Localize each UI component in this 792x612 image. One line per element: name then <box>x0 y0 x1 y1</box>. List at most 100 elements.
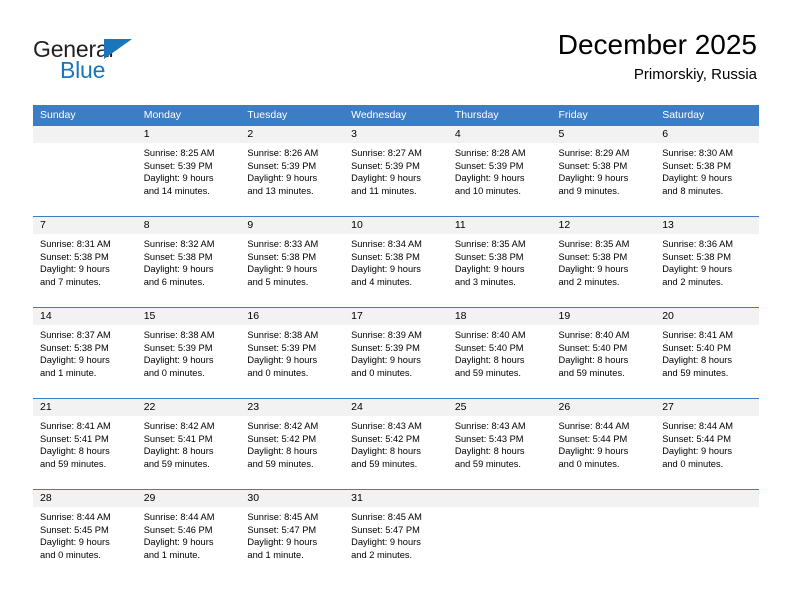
day-detail-line: and 14 minutes. <box>143 185 210 196</box>
day-detail-line: and 1 minute. <box>143 549 201 560</box>
day-detail-line: and 0 minutes. <box>351 367 413 378</box>
day-sun-details: Sunrise: 8:33 AM Sunset: 5:38 PM Daylight:… <box>240 234 344 288</box>
day-detail-line: Sunrise: 8:44 AM <box>143 512 215 522</box>
day-detail-line: Sunset: 5:41 PM <box>40 433 109 444</box>
day-detail-line: Sunset: 5:38 PM <box>662 251 731 262</box>
calendar-day-cell[interactable]: 5 Sunrise: 8:29 AM Sunset: 5:38 PM Daylight… <box>551 125 656 217</box>
calendar-day-cell[interactable]: 20 Sunrise: 8:41 AM Sunset: 5:40 PM Dayligh… <box>655 307 759 399</box>
day-sun-details: Sunrise: 8:44 AM Sunset: 5:44 PM Daylight:… <box>655 416 759 470</box>
calendar-day-cell[interactable]: 10 Sunrise: 8:34 AM Sunset: 5:38 PM Dayligh… <box>344 216 448 308</box>
day-detail-line: Sunset: 5:39 PM <box>351 160 420 171</box>
calendar-day-cell[interactable]: 16 Sunrise: 8:38 AM Sunset: 5:39 PM Dayligh… <box>240 307 345 399</box>
day-number <box>551 490 656 507</box>
day-cell-inner: 20 Sunrise: 8:41 AM Sunset: 5:40 PM Dayligh… <box>655 308 759 398</box>
day-detail-line: Daylight: 9 hours <box>351 173 421 184</box>
calendar-day-cell[interactable]: 17 Sunrise: 8:39 AM Sunset: 5:39 PM Dayligh… <box>344 307 448 399</box>
weekday-header-friday: Friday <box>551 105 656 126</box>
day-detail-line: Daylight: 9 hours <box>247 355 318 366</box>
day-sun-details: Sunrise: 8:43 AM Sunset: 5:42 PM Daylight:… <box>344 416 448 470</box>
calendar-day-cell[interactable]: 26 Sunrise: 8:44 AM Sunset: 5:44 PM Dayligh… <box>551 398 656 490</box>
day-number: 27 <box>655 399 759 416</box>
calendar-day-cell[interactable]: 2 Sunrise: 8:26 AM Sunset: 5:39 PM Daylight… <box>240 125 345 217</box>
day-sun-details <box>552 507 656 511</box>
day-detail-line: Sunrise: 8:38 AM <box>143 330 215 340</box>
calendar-day-cell[interactable]: 18 Sunrise: 8:40 AM Sunset: 5:40 PM Dayligh… <box>447 307 552 399</box>
day-sun-details: Sunrise: 8:38 AM Sunset: 5:39 PM Daylight:… <box>240 325 344 379</box>
day-sun-details: Sunrise: 8:40 AM Sunset: 5:40 PM Daylight:… <box>448 325 552 379</box>
calendar-day-cell[interactable]: 24 Sunrise: 8:43 AM Sunset: 5:42 PM Dayligh… <box>344 398 448 490</box>
day-number: 8 <box>136 217 241 234</box>
calendar-day-cell[interactable]: 3 Sunrise: 8:27 AM Sunset: 5:39 PM Daylight… <box>344 125 448 217</box>
day-detail-line: and 13 minutes. <box>247 185 314 196</box>
day-detail-line: Sunrise: 8:44 AM <box>662 421 734 431</box>
calendar-day-cell[interactable]: 27 Sunrise: 8:44 AM Sunset: 5:44 PM Dayligh… <box>655 398 759 490</box>
day-detail-line: Daylight: 9 hours <box>351 264 421 275</box>
day-detail-line: Sunset: 5:38 PM <box>454 251 524 262</box>
day-detail-line: Daylight: 9 hours <box>247 264 318 275</box>
day-detail-line: Daylight: 9 hours <box>143 537 214 548</box>
calendar-day-cell[interactable]: 6 Sunrise: 8:30 AM Sunset: 5:38 PM Daylight… <box>655 125 759 217</box>
day-cell-inner: 10 Sunrise: 8:34 AM Sunset: 5:38 PM Dayligh… <box>344 217 448 307</box>
calendar-day-cell[interactable]: 22 Sunrise: 8:42 AM Sunset: 5:41 PM Dayligh… <box>136 398 241 490</box>
calendar-day-cell[interactable]: 1 Sunrise: 8:25 AM Sunset: 5:39 PM Daylight… <box>136 125 241 217</box>
day-cell-inner: 19 Sunrise: 8:40 AM Sunset: 5:40 PM Dayligh… <box>551 308 656 398</box>
day-sun-details: Sunrise: 8:38 AM Sunset: 5:39 PM Daylight:… <box>137 325 241 379</box>
calendar-empty-cell <box>655 489 759 580</box>
day-detail-line: Sunrise: 8:45 AM <box>351 512 422 522</box>
calendar-day-cell[interactable]: 25 Sunrise: 8:43 AM Sunset: 5:43 PM Dayligh… <box>447 398 552 490</box>
day-sun-details: Sunrise: 8:44 AM Sunset: 5:44 PM Daylight:… <box>552 416 656 470</box>
day-detail-line: Sunrise: 8:37 AM <box>40 330 111 340</box>
day-cell-inner: 22 Sunrise: 8:42 AM Sunset: 5:41 PM Dayligh… <box>136 399 241 489</box>
day-detail-line: and 2 minutes. <box>662 276 724 287</box>
calendar-day-cell[interactable]: 8 Sunrise: 8:32 AM Sunset: 5:38 PM Daylight… <box>136 216 241 308</box>
day-detail-line: Sunrise: 8:43 AM <box>351 421 422 431</box>
day-detail-line: Sunset: 5:39 PM <box>143 342 213 353</box>
calendar-header-row: Sunday Monday Tuesday Wednesday Thursday Frid… <box>33 105 759 126</box>
day-number <box>447 490 552 507</box>
day-detail-line: and 59 minutes. <box>558 367 625 378</box>
day-detail-line: Sunrise: 8:44 AM <box>558 421 630 431</box>
day-cell-inner <box>551 490 656 580</box>
day-sun-details: Sunrise: 8:42 AM Sunset: 5:42 PM Daylight:… <box>240 416 344 470</box>
day-cell-inner: 1 Sunrise: 8:25 AM Sunset: 5:39 PM Daylight… <box>136 126 241 216</box>
day-detail-line: Daylight: 8 hours <box>454 355 525 366</box>
day-detail-line: Sunset: 5:40 PM <box>662 342 731 353</box>
calendar-day-cell[interactable]: 29 Sunrise: 8:44 AM Sunset: 5:46 PM Dayligh… <box>136 489 241 580</box>
calendar-day-cell[interactable]: 4 Sunrise: 8:28 AM Sunset: 5:39 PM Daylight… <box>447 125 552 217</box>
calendar-day-cell[interactable]: 21 Sunrise: 8:41 AM Sunset: 5:41 PM Dayligh… <box>33 398 137 490</box>
calendar-day-cell[interactable]: 13 Sunrise: 8:36 AM Sunset: 5:38 PM Dayligh… <box>655 216 759 308</box>
day-detail-line: Sunrise: 8:30 AM <box>662 148 734 158</box>
calendar-day-cell[interactable]: 12 Sunrise: 8:35 AM Sunset: 5:38 PM Dayligh… <box>551 216 656 308</box>
calendar-day-cell[interactable]: 7 Sunrise: 8:31 AM Sunset: 5:38 PM Daylight… <box>33 216 137 308</box>
calendar-week-row: 7 Sunrise: 8:31 AM Sunset: 5:38 PM Daylight… <box>33 216 759 308</box>
day-detail-line: Sunset: 5:46 PM <box>143 524 213 535</box>
generalblue-logo: General Blue <box>33 36 233 92</box>
day-detail-line: Sunrise: 8:39 AM <box>351 330 422 340</box>
calendar-day-cell[interactable]: 23 Sunrise: 8:42 AM Sunset: 5:42 PM Dayligh… <box>240 398 345 490</box>
calendar-day-cell[interactable]: 31 Sunrise: 8:45 AM Sunset: 5:47 PM Dayligh… <box>344 489 448 580</box>
weekday-header-sunday: Sunday <box>33 105 137 126</box>
day-detail-line: Sunset: 5:39 PM <box>454 160 524 171</box>
day-cell-inner: 29 Sunrise: 8:44 AM Sunset: 5:46 PM Dayligh… <box>136 490 241 580</box>
calendar-day-cell[interactable]: 9 Sunrise: 8:33 AM Sunset: 5:38 PM Daylight… <box>240 216 345 308</box>
day-detail-line: and 4 minutes. <box>351 276 413 287</box>
day-detail-line: Sunrise: 8:32 AM <box>143 239 215 249</box>
day-sun-details: Sunrise: 8:27 AM Sunset: 5:39 PM Daylight:… <box>344 143 448 197</box>
day-number: 12 <box>551 217 656 234</box>
calendar-day-cell[interactable]: 11 Sunrise: 8:35 AM Sunset: 5:38 PM Dayligh… <box>447 216 552 308</box>
calendar-week-row: 1 Sunrise: 8:25 AM Sunset: 5:39 PM Daylight… <box>33 125 759 217</box>
day-cell-inner: 18 Sunrise: 8:40 AM Sunset: 5:40 PM Dayligh… <box>447 308 552 398</box>
day-sun-details: Sunrise: 8:41 AM Sunset: 5:41 PM Daylight:… <box>33 416 137 470</box>
calendar-day-cell[interactable]: 28 Sunrise: 8:44 AM Sunset: 5:45 PM Dayligh… <box>33 489 137 580</box>
day-detail-line: and 3 minutes. <box>454 276 516 287</box>
day-detail-line: Sunset: 5:38 PM <box>558 160 628 171</box>
day-detail-line: Daylight: 9 hours <box>454 264 525 275</box>
calendar-day-cell[interactable]: 14 Sunrise: 8:37 AM Sunset: 5:38 PM Dayligh… <box>33 307 137 399</box>
day-number <box>655 490 759 507</box>
calendar-day-cell[interactable]: 15 Sunrise: 8:38 AM Sunset: 5:39 PM Dayligh… <box>136 307 241 399</box>
calendar-day-cell[interactable]: 30 Sunrise: 8:45 AM Sunset: 5:47 PM Dayligh… <box>240 489 345 580</box>
day-detail-line: and 2 minutes. <box>351 549 413 560</box>
day-detail-line: Daylight: 9 hours <box>558 446 629 457</box>
calendar-day-cell[interactable]: 19 Sunrise: 8:40 AM Sunset: 5:40 PM Dayligh… <box>551 307 656 399</box>
day-sun-details: Sunrise: 8:29 AM Sunset: 5:38 PM Daylight:… <box>552 143 656 197</box>
